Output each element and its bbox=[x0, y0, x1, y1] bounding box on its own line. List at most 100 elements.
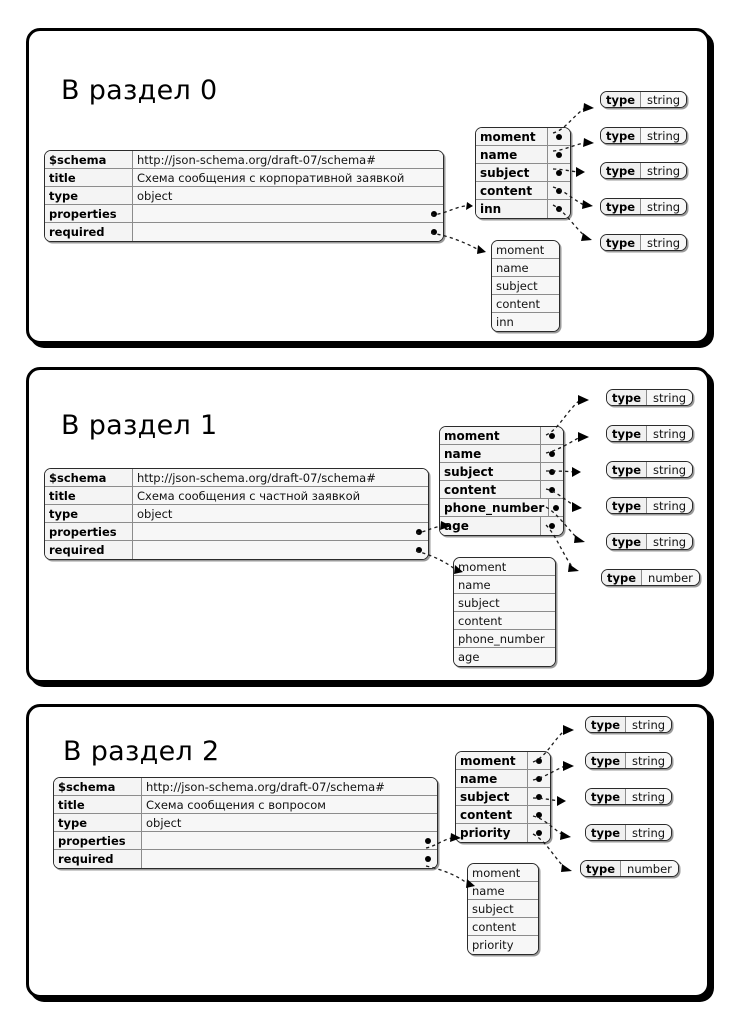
property-name: content bbox=[456, 806, 528, 823]
properties-box-1: moment name subject content phone_number… bbox=[439, 426, 564, 536]
table-row: type object bbox=[45, 505, 428, 523]
type-pill-value: string bbox=[647, 390, 693, 405]
property-row: name bbox=[456, 770, 550, 788]
schema-row-value: Схема сообщения с вопросом bbox=[142, 796, 437, 813]
table-row: $schema http://json-schema.org/draft-07/… bbox=[45, 469, 428, 487]
type-pill-key: type bbox=[607, 498, 648, 513]
property-row: subject bbox=[476, 164, 570, 182]
list-item: subject bbox=[454, 594, 555, 612]
reference-dot-icon bbox=[536, 811, 542, 818]
required-list-1: moment name subject content phone_number… bbox=[453, 557, 556, 667]
type-pill: type string bbox=[585, 752, 673, 769]
property-ref-cell bbox=[548, 200, 570, 218]
property-ref-cell bbox=[528, 770, 550, 787]
type-pill-value: string bbox=[641, 199, 687, 214]
table-row: required bbox=[54, 850, 437, 868]
type-pill: type string bbox=[600, 162, 688, 179]
property-row: subject bbox=[456, 788, 550, 806]
type-pill-key: type bbox=[586, 789, 627, 804]
required-item-label: subject bbox=[468, 900, 538, 917]
panel-title-2: В раздел 2 bbox=[63, 736, 220, 767]
required-item-label: priority bbox=[468, 936, 538, 954]
type-pill-value: string bbox=[647, 498, 693, 513]
schema-row-value: object bbox=[133, 505, 428, 522]
type-pill-value: string bbox=[626, 753, 672, 768]
properties-box-0: moment name subject content inn bbox=[475, 127, 571, 219]
panel-section-1: В раздел 1 $schema http://json-schema.or… bbox=[26, 367, 710, 683]
schema-row-value: object bbox=[142, 814, 437, 831]
table-row: type object bbox=[45, 187, 443, 205]
required-item-label: name bbox=[454, 576, 555, 593]
list-item: subject bbox=[492, 277, 559, 295]
property-name: subject bbox=[476, 164, 548, 181]
required-item-label: age bbox=[454, 648, 555, 666]
panel-title-0: В раздел 0 bbox=[61, 75, 218, 106]
list-item: subject bbox=[468, 900, 538, 918]
type-pill-key: type bbox=[586, 717, 627, 732]
list-item: content bbox=[454, 612, 555, 630]
type-pill-key: type bbox=[586, 825, 627, 840]
schema-row-key: title bbox=[54, 796, 142, 813]
schema-row-key: title bbox=[45, 487, 133, 504]
table-row: $schema http://json-schema.org/draft-07/… bbox=[45, 151, 443, 169]
list-item: phone_number bbox=[454, 630, 555, 648]
type-pill: type string bbox=[600, 234, 688, 251]
schema-row-key: $schema bbox=[45, 151, 133, 168]
property-row: moment bbox=[456, 752, 550, 770]
property-ref-cell bbox=[541, 517, 563, 535]
type-pill-key: type bbox=[607, 534, 648, 549]
required-item-label: content bbox=[492, 295, 559, 312]
property-row: name bbox=[476, 146, 570, 164]
required-item-label: phone_number bbox=[454, 630, 555, 647]
property-row: content bbox=[440, 481, 563, 499]
property-ref-cell bbox=[548, 146, 570, 163]
table-row: title Схема сообщения с вопросом bbox=[54, 796, 437, 814]
schema-row-key: $schema bbox=[45, 469, 133, 486]
type-pill-key: type bbox=[601, 163, 642, 178]
schema-row-key: properties bbox=[54, 832, 142, 849]
required-item-label: subject bbox=[492, 277, 559, 294]
schema-table-1: $schema http://json-schema.org/draft-07/… bbox=[44, 468, 429, 560]
reference-dot-icon bbox=[536, 757, 542, 764]
schema-row-value bbox=[142, 832, 437, 849]
property-name: phone_number bbox=[440, 499, 550, 516]
schema-row-value bbox=[133, 541, 428, 559]
required-item-label: name bbox=[468, 882, 538, 899]
table-row: properties bbox=[54, 832, 437, 850]
property-ref-cell bbox=[548, 164, 570, 181]
property-ref-cell bbox=[549, 499, 563, 516]
schema-row-key: type bbox=[54, 814, 142, 831]
reference-dot-icon bbox=[431, 210, 437, 217]
schema-row-value: object bbox=[133, 187, 443, 204]
property-ref-cell bbox=[528, 788, 550, 805]
property-ref-cell bbox=[548, 128, 570, 145]
property-name: name bbox=[440, 445, 541, 462]
property-row: inn bbox=[476, 200, 570, 218]
schema-row-value: Схема сообщения с корпоративной заявкой bbox=[133, 169, 443, 186]
panel-section-2: В раздел 2 $schema http://json-schema.or… bbox=[26, 704, 710, 998]
property-name: content bbox=[440, 481, 541, 498]
reference-dot-icon bbox=[553, 504, 560, 511]
type-pill-value: string bbox=[626, 789, 672, 804]
property-name: priority bbox=[456, 824, 528, 842]
reference-dot-icon bbox=[556, 151, 562, 158]
required-item-label: inn bbox=[492, 313, 559, 331]
reference-dot-icon bbox=[556, 169, 562, 176]
schema-row-key: required bbox=[54, 850, 142, 868]
panel-section-0: В раздел 0 $schema http://json-schema.or… bbox=[26, 28, 710, 344]
type-pill: type string bbox=[600, 91, 688, 108]
type-pill: type string bbox=[585, 824, 673, 841]
schema-row-key: title bbox=[45, 169, 133, 186]
reference-dot-icon bbox=[549, 450, 555, 457]
list-item: age bbox=[454, 648, 555, 666]
reference-dot-icon bbox=[536, 775, 542, 782]
list-item: inn bbox=[492, 313, 559, 331]
required-item-label: name bbox=[492, 259, 559, 276]
type-pill-value: number bbox=[642, 570, 699, 585]
schema-row-value: http://json-schema.org/draft-07/schema# bbox=[133, 151, 443, 168]
type-pill-key: type bbox=[601, 92, 642, 107]
reference-dot-icon bbox=[431, 229, 437, 235]
reference-dot-icon bbox=[556, 187, 562, 194]
type-pill: type string bbox=[606, 425, 694, 442]
table-row: title Схема сообщения с корпоративной за… bbox=[45, 169, 443, 187]
